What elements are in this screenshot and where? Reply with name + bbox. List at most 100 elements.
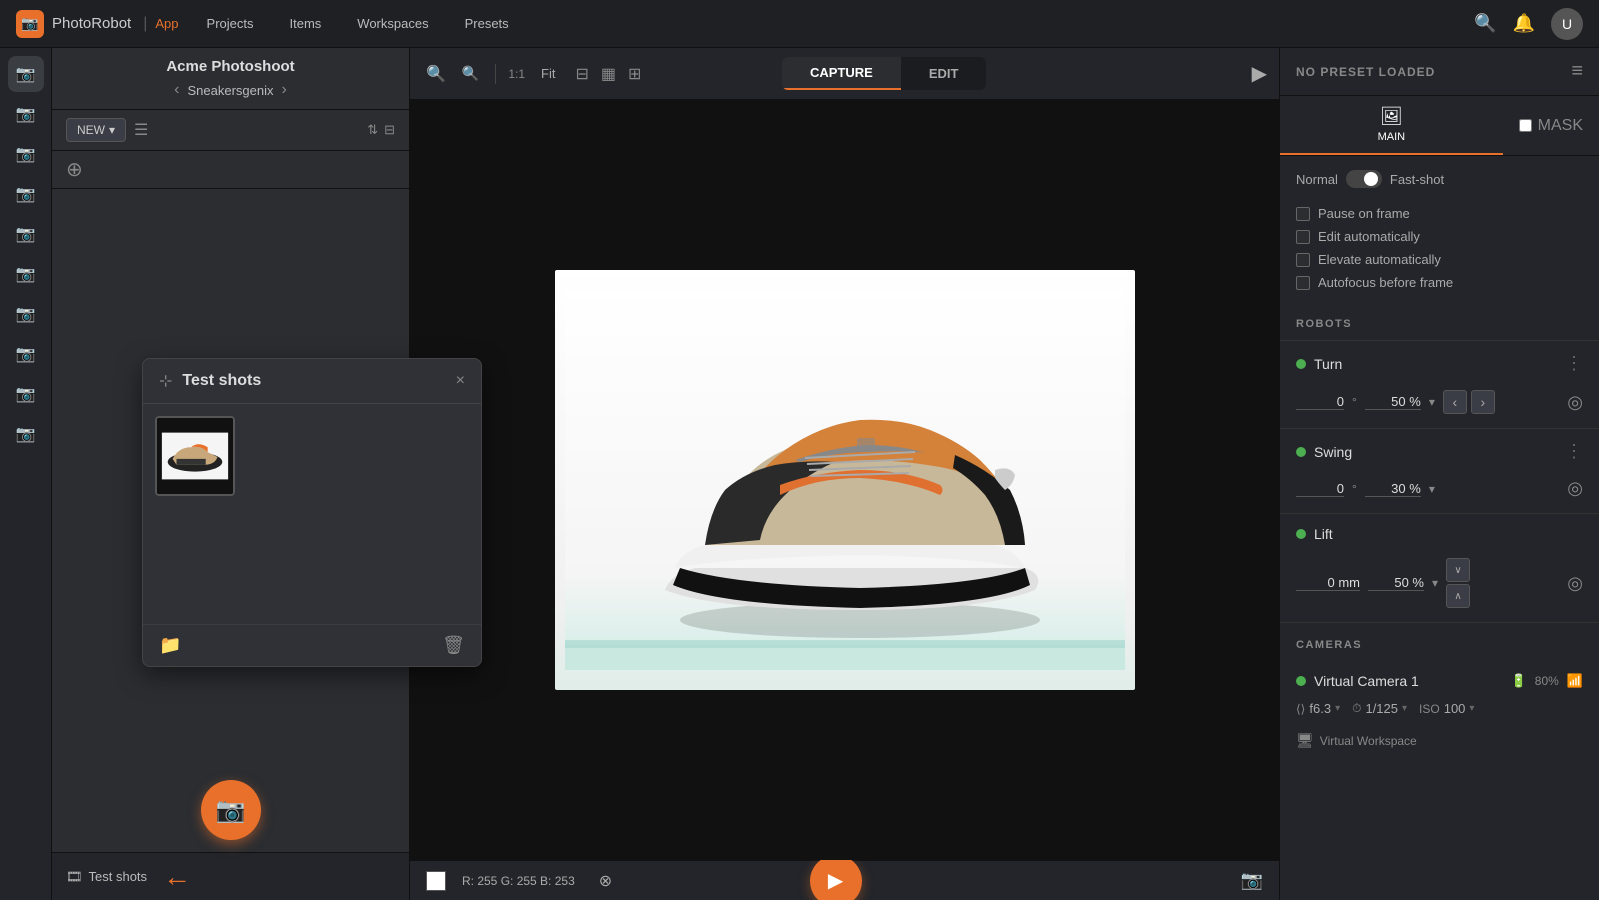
- sort-button[interactable]: ⇅ ⊟: [367, 122, 395, 138]
- elevate-auto-checkbox[interactable]: [1296, 253, 1310, 267]
- nav-projects[interactable]: Projects: [199, 12, 262, 35]
- swing-speed-input[interactable]: [1365, 481, 1421, 497]
- elevate-auto-row: Elevate automatically: [1296, 252, 1583, 267]
- panel-menu-button[interactable]: ≡: [1571, 60, 1583, 83]
- lift-status-dot: [1296, 529, 1306, 539]
- capture-tab[interactable]: CAPTURE: [782, 57, 901, 90]
- search-icon[interactable]: 🔍: [1474, 13, 1496, 34]
- clear-color-button[interactable]: ⊗: [599, 871, 612, 891]
- prev-collection-arrow[interactable]: ‹: [174, 81, 179, 99]
- film-strip-icon[interactable]: ▦: [597, 60, 620, 88]
- delete-icon[interactable]: 🗑: [442, 635, 465, 656]
- rail-icon-8[interactable]: 📷: [8, 336, 44, 372]
- autofocus-checkbox[interactable]: [1296, 276, 1310, 290]
- rail-camera-icon[interactable]: 📷: [8, 56, 44, 92]
- test-shots-title: Test shots: [182, 372, 261, 390]
- lift-target-icon[interactable]: ◎: [1567, 573, 1583, 594]
- play-button-icon: ▶: [828, 868, 843, 893]
- nav-items[interactable]: Items: [282, 12, 330, 35]
- swing-robot-menu-button[interactable]: ⋮: [1565, 441, 1583, 462]
- turn-speed-arrow: ▾: [1429, 395, 1435, 409]
- rail-icon-9[interactable]: 📷: [8, 376, 44, 412]
- canvas-bg: [410, 100, 1279, 860]
- monitor-icon: 🖥: [1296, 732, 1314, 749]
- lift-down-button[interactable]: ∧: [1446, 584, 1470, 608]
- zoom-in-icon[interactable]: 🔍: [422, 60, 450, 88]
- grid-icon[interactable]: ⊟: [572, 60, 593, 88]
- turn-prev-button[interactable]: ‹: [1443, 390, 1467, 414]
- turn-speed-input[interactable]: [1365, 394, 1421, 410]
- swing-robot: Swing ⋮ ° ▾ ◎: [1280, 428, 1599, 513]
- aperture-setting[interactable]: ⟨⟩ f6.3 ▾: [1296, 701, 1340, 716]
- zoom-1-1-label[interactable]: 1:1: [508, 67, 525, 81]
- aperture-dropdown-icon: ▾: [1335, 703, 1340, 714]
- fit-button[interactable]: Fit: [533, 62, 563, 85]
- rail-icon-4[interactable]: 📷: [8, 176, 44, 212]
- turn-target-icon[interactable]: ◎: [1567, 392, 1583, 413]
- nav-workspaces[interactable]: Workspaces: [349, 12, 436, 35]
- checkbox-group: Pause on frame Edit automatically Elevat…: [1280, 202, 1599, 302]
- next-collection-arrow[interactable]: ›: [282, 81, 287, 99]
- turn-robot-menu-button[interactable]: ⋮: [1565, 353, 1583, 374]
- fast-shot-toggle[interactable]: [1346, 170, 1382, 188]
- grid-view-icon[interactable]: ⊞: [624, 60, 645, 88]
- turn-degrees-input[interactable]: [1296, 394, 1344, 410]
- rgb-values: R: 255 G: 255 B: 253: [462, 874, 575, 888]
- play-button[interactable]: ▶: [810, 855, 862, 900]
- main-tab[interactable]: 🖼 MAIN: [1280, 96, 1503, 155]
- test-shots-close-button[interactable]: ×: [456, 372, 465, 390]
- new-button[interactable]: NEW ▾: [66, 118, 126, 142]
- swing-robot-controls: ° ▾ ◎: [1280, 474, 1599, 513]
- edit-tab[interactable]: EDIT: [901, 57, 987, 90]
- rail-icon-7[interactable]: 📷: [8, 296, 44, 332]
- edit-auto-checkbox[interactable]: [1296, 230, 1310, 244]
- lift-mm-input[interactable]: [1296, 575, 1360, 591]
- view-icons: ⊟ ▦ ⊞: [572, 60, 646, 88]
- lift-speed-input[interactable]: [1368, 575, 1424, 591]
- workspace-label: Virtual Workspace: [1320, 734, 1417, 748]
- main-tab-icon: 🖼: [1380, 106, 1403, 127]
- camera-settings: ⟨⟩ f6.3 ▾ ⏱ 1/125 ▾ ISO 100 ▾: [1296, 697, 1583, 720]
- capture-button[interactable]: 📷: [201, 780, 261, 840]
- user-avatar[interactable]: U: [1551, 8, 1583, 40]
- shutter-dropdown-icon: ▾: [1402, 703, 1407, 714]
- mask-tab-label: MASK: [1538, 117, 1583, 135]
- turn-degrees-unit: °: [1352, 395, 1357, 409]
- lift-up-button[interactable]: ∨: [1446, 558, 1470, 582]
- zoom-out-icon[interactable]: 🔍: [458, 61, 483, 86]
- panel-list-icon[interactable]: ☰: [134, 120, 148, 140]
- rail-icon-10[interactable]: 📷: [8, 416, 44, 452]
- new-label: NEW: [77, 123, 105, 137]
- shutter-setting[interactable]: ⏱ 1/125 ▾: [1352, 701, 1407, 716]
- robots-section-header: ROBOTS: [1280, 302, 1599, 340]
- lift-robot-header: Lift: [1280, 514, 1599, 554]
- rail-icon-2[interactable]: 📷: [8, 96, 44, 132]
- rail-icon-3[interactable]: 📷: [8, 136, 44, 172]
- turn-status-dot: [1296, 359, 1306, 369]
- add-item-button[interactable]: ⊕: [66, 157, 83, 182]
- camera-workspace-row: 🖥 Virtual Workspace: [1296, 728, 1583, 753]
- rail-icon-5[interactable]: 📷: [8, 216, 44, 252]
- mask-checkbox[interactable]: [1519, 119, 1532, 132]
- camera-capture-icon: 📷: [216, 796, 246, 825]
- lift-speed-arrow: ▾: [1432, 576, 1438, 590]
- pause-on-frame-label: Pause on frame: [1318, 206, 1410, 221]
- play-icon[interactable]: ▶: [1252, 61, 1267, 86]
- nav-presets[interactable]: Presets: [457, 12, 517, 35]
- pause-on-frame-checkbox[interactable]: [1296, 207, 1310, 221]
- shot-thumbnail[interactable]: [155, 416, 235, 496]
- sort-icon: ⇅: [367, 122, 378, 138]
- mask-tab[interactable]: MASK: [1503, 96, 1599, 155]
- swing-degrees-input[interactable]: [1296, 481, 1344, 497]
- iso-setting[interactable]: ISO 100 ▾: [1419, 701, 1474, 716]
- camera-icon[interactable]: 📷: [1241, 870, 1263, 891]
- capture-edit-tabs: CAPTURE EDIT: [782, 57, 986, 90]
- swing-target-icon[interactable]: ◎: [1567, 478, 1583, 499]
- bell-icon[interactable]: 🔔: [1513, 13, 1535, 34]
- main-layout: 📷 📷 📷 📷 📷 📷 📷 📷 📷 📷 Acme Photoshoot ‹ Sn…: [0, 48, 1599, 900]
- arrow-indicator: ←: [163, 861, 191, 893]
- folder-icon[interactable]: 📁: [159, 635, 181, 656]
- rail-icon-6[interactable]: 📷: [8, 256, 44, 292]
- camera-name: Virtual Camera 1: [1314, 673, 1503, 689]
- turn-next-button[interactable]: ›: [1471, 390, 1495, 414]
